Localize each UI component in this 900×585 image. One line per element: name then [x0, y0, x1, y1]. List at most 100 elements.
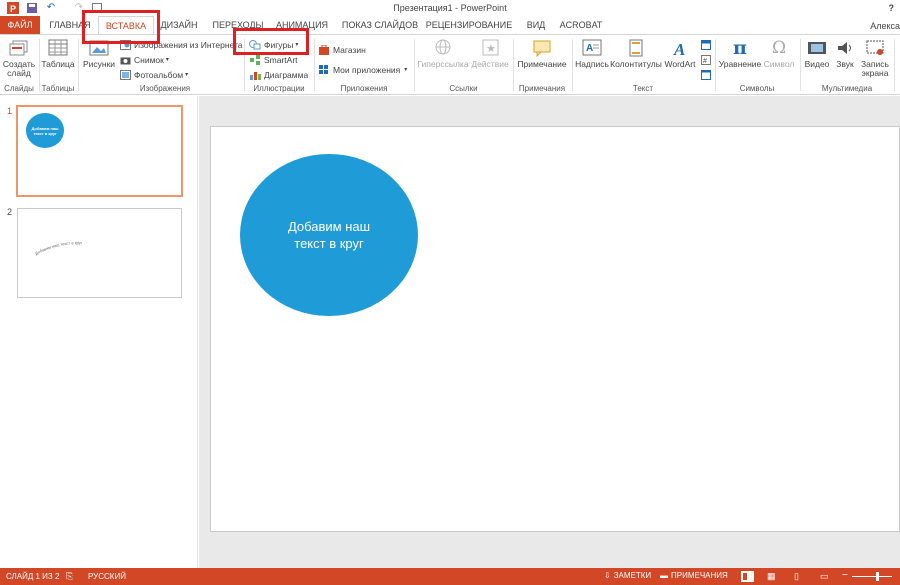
tab-file[interactable]: ФАЙЛ [0, 16, 40, 34]
comments-button[interactable]: ▬ ПРИМЕЧАНИЯ [660, 571, 728, 580]
highlight-shapes-button [233, 28, 309, 55]
group-label-tables: Таблицы [41, 84, 75, 93]
notes-button[interactable]: ⇩ ЗАМЕТКИ [604, 571, 651, 580]
screen-recording-icon [864, 38, 886, 58]
screenshot-button[interactable]: Снимок ▾ [119, 54, 169, 65]
table-label: Таблица [41, 59, 75, 69]
video-label: Видео [804, 59, 830, 69]
new-slide-button[interactable]: Создать слайд [2, 38, 36, 78]
wordart-label: WordArt [664, 59, 696, 69]
tab-view[interactable]: ВИД [522, 16, 550, 34]
equation-button[interactable]: π Уравнение [718, 38, 762, 69]
header-footer-icon [625, 38, 647, 58]
screen-recording-label-2: экрана [861, 68, 889, 78]
language-label[interactable]: РУССКИЙ [88, 572, 126, 581]
screen-recording-button[interactable]: Запись экрана [858, 38, 892, 78]
header-footer-button[interactable]: Колонтитулы [610, 38, 662, 69]
photo-album-button[interactable]: Фотоальбом ▾ [119, 69, 188, 80]
spellcheck-icon[interactable]: ⎘ [66, 571, 73, 582]
my-apps-button[interactable]: Мои приложения ▾ [318, 64, 407, 75]
hyperlink-label: Гиперссылка [417, 59, 469, 69]
textbox-button[interactable]: A Надпись [574, 38, 610, 69]
tab-acrobat[interactable]: ACROBAT [558, 16, 604, 34]
group-divider [314, 39, 315, 91]
date-time-button[interactable] [700, 39, 715, 50]
group-label-slides: Слайды [4, 84, 34, 93]
help-button[interactable]: ? [889, 3, 895, 13]
comment-label: Примечание [517, 59, 567, 69]
comments-icon: ▬ [660, 571, 668, 580]
notes-label: ЗАМЕТКИ [613, 571, 652, 580]
audio-button[interactable]: Звук [832, 38, 858, 69]
new-slide-label-2: слайд [7, 68, 31, 78]
current-slide[interactable]: Добавим наш текст в круг [210, 126, 900, 532]
hyperlink-button[interactable]: Гиперссылка [417, 38, 469, 69]
svg-text:Добавим наш текст в круг: Добавим наш текст в круг [34, 240, 83, 256]
circle-shape-text[interactable]: Добавим наш текст в круг [274, 218, 384, 252]
video-button[interactable]: Видео [802, 38, 832, 69]
store-label: Магазин [333, 44, 366, 55]
slide-counter: СЛАЙД 1 ИЗ 2 [6, 572, 60, 581]
wordart-button[interactable]: A WordArt [662, 38, 698, 69]
zoom-slider-thumb[interactable] [876, 572, 879, 581]
tab-review[interactable]: РЕЦЕНЗИРОВАНИЕ [425, 16, 513, 34]
header-footer-label: Колонтитулы [610, 59, 662, 69]
group-label-links: Ссылки [449, 84, 478, 93]
group-divider [800, 39, 801, 91]
photo-album-icon [119, 69, 131, 80]
thumb-circle-shape: Добавим наш текст в круг [26, 113, 64, 148]
svg-text:★: ★ [486, 42, 496, 55]
hyperlink-icon [432, 38, 454, 58]
tab-slideshow[interactable]: ПОКАЗ СЛАЙДОВ [341, 16, 419, 34]
smartart-label: SmartArt [264, 54, 298, 65]
tab-design[interactable]: ДИЗАЙН [157, 16, 201, 34]
action-star-icon: ★ [479, 38, 501, 58]
slide-number-icon: # [700, 54, 712, 65]
object-button[interactable] [700, 69, 715, 80]
group-label-apps: Приложения [340, 84, 388, 93]
zoom-out-button[interactable]: − [842, 570, 848, 581]
my-apps-label: Мои приложения [333, 64, 401, 75]
photo-album-label: Фотоальбом [134, 69, 184, 80]
pictures-label: Рисунки [82, 59, 116, 69]
zoom-slider[interactable] [852, 576, 892, 577]
chart-label: Диаграмма [264, 69, 309, 80]
group-divider [78, 39, 79, 91]
normal-view-icon[interactable] [741, 571, 754, 582]
screenshot-label: Снимок [134, 54, 164, 65]
chevron-down-icon: ▾ [404, 67, 408, 73]
chart-button[interactable]: Диаграмма [249, 69, 308, 80]
symbol-label: Символ [763, 59, 795, 69]
slideshow-view-icon[interactable]: ▭ [820, 571, 829, 582]
reading-view-icon[interactable]: ▯ [794, 571, 799, 582]
action-button[interactable]: ★ Действие [471, 38, 509, 69]
equation-label: Уравнение [718, 59, 762, 69]
slide-thumbnail-1[interactable]: Добавим наш текст в круг [16, 105, 183, 197]
smartart-icon [249, 54, 261, 65]
group-label-illustrations: Иллюстрации [253, 84, 305, 93]
comment-button[interactable]: Примечание [515, 38, 569, 69]
slide-number-button[interactable]: # [700, 54, 715, 65]
store-button[interactable]: Магазин [318, 44, 366, 55]
new-slide-icon [8, 38, 30, 58]
user-name[interactable]: Алекса [870, 21, 900, 31]
camera-icon [119, 54, 131, 65]
symbol-button[interactable]: Ω Символ [762, 38, 796, 69]
notes-icon: ⇩ [604, 571, 611, 580]
speaker-icon [834, 38, 856, 58]
table-icon [47, 38, 69, 58]
svg-text:#: # [703, 58, 707, 65]
chevron-down-icon: ▾ [185, 72, 189, 78]
smartart-button[interactable]: SmartArt [249, 54, 298, 65]
group-label-images: Изображения [139, 84, 191, 93]
store-icon [318, 44, 330, 55]
slide-thumbnail-2[interactable]: Добавим наш текст в круг [17, 208, 182, 298]
group-label-symbols: Символы [739, 84, 775, 93]
slide-sorter-icon[interactable]: ▦ [767, 571, 776, 582]
omega-icon: Ω [771, 37, 787, 58]
circle-shape[interactable]: Добавим наш текст в круг [240, 154, 418, 316]
table-button[interactable]: Таблица [41, 38, 75, 69]
my-apps-icon [318, 64, 330, 75]
slide-number-1: 1 [7, 106, 13, 116]
textbox-label: Надпись [575, 59, 609, 69]
